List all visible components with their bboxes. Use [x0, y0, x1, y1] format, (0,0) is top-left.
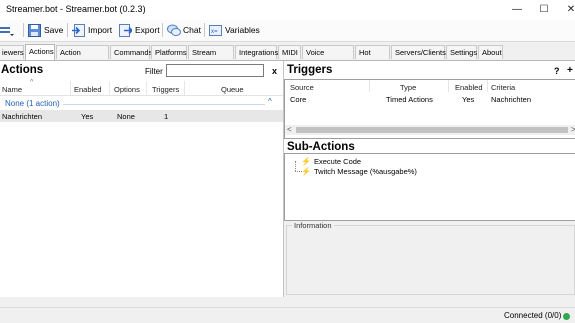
toolbar-separator — [204, 23, 205, 37]
export-button[interactable]: Export — [119, 21, 160, 39]
action-triggers: 1 — [164, 112, 169, 121]
variables-button[interactable]: x= Variables — [209, 21, 260, 39]
toolbar-separator — [162, 23, 163, 37]
subactions-heading: Sub-Actions — [287, 141, 355, 153]
tab-servers-clients[interactable]: Servers/Clients — [391, 45, 446, 59]
chat-label: Chat — [183, 25, 201, 35]
sort-ascending-icon: ^ — [30, 79, 34, 86]
actions-table-header: Name ^ Enabled Options Triggers Queue — [0, 79, 283, 96]
group-label: None (1 action) — [5, 99, 60, 108]
close-icon[interactable]: ✕ — [558, 0, 575, 20]
tab-stream-apps[interactable]: Stream Apps — [188, 45, 234, 71]
save-label: Save — [44, 25, 64, 35]
actions-heading: Actions — [1, 64, 44, 76]
subaction-item[interactable]: ⚡ Twitch Message (%ausgabe%) — [301, 166, 417, 176]
window-title: Streamer.bot - Streamer.bot (0.2.3) — [6, 4, 146, 14]
actions-panel: Actions Filter x Name ^ Enabled Options … — [0, 61, 284, 297]
menu-dropdown-button[interactable] — [0, 21, 20, 39]
toolbar-separator — [23, 23, 24, 37]
variables-icon: x= — [209, 24, 222, 37]
column-enabled[interactable]: Enabled — [455, 83, 483, 92]
import-icon — [72, 23, 85, 37]
column-name[interactable]: Name — [2, 85, 22, 94]
scroll-right-icon[interactable]: > — [571, 125, 575, 134]
column-options[interactable]: Options — [114, 85, 140, 94]
help-button[interactable]: ? — [554, 66, 560, 76]
tab-actions[interactable]: Actions — [25, 44, 55, 60]
information-group: Information — [286, 221, 575, 295]
triggers-heading: Triggers — [287, 64, 333, 76]
toolbar: Save Import Export Chat x= Variables — [0, 20, 575, 42]
action-name: Nachrichten — [2, 112, 43, 121]
tab-hot-keys[interactable]: Hot Keys — [355, 45, 390, 71]
action-options: None — [117, 112, 135, 121]
svg-text:x=: x= — [211, 29, 218, 35]
scrollbar-thumb[interactable] — [296, 127, 568, 133]
floppy-disk-icon — [28, 23, 41, 37]
toolbar-separator — [67, 23, 68, 37]
information-label: Information — [292, 221, 334, 230]
minimize-icon[interactable]: — — [504, 0, 530, 20]
tab-viewers[interactable]: iewers — [0, 45, 24, 59]
scroll-left-icon[interactable]: < — [287, 125, 292, 134]
connection-status: Connected (0/0) — [504, 311, 562, 320]
tab-action-queues[interactable]: Action Queues — [56, 45, 109, 71]
subactions-tree: ⚡ Execute Code ⚡ Twitch Message (%ausgab… — [284, 153, 575, 221]
subaction-item[interactable]: ⚡ Execute Code — [301, 156, 361, 166]
action-enabled: Yes — [81, 112, 94, 121]
triggers-list: Source Type Enabled Criteria Core Timed … — [284, 79, 575, 139]
export-label: Export — [135, 25, 160, 35]
action-group-header[interactable]: None (1 action) ^ — [0, 97, 280, 109]
export-icon — [119, 23, 134, 37]
tab-about[interactable]: About — [478, 45, 503, 59]
triggers-panel: Triggers ? + Source Type Enabled Criteri… — [284, 61, 575, 139]
trigger-source: Core — [290, 95, 307, 104]
horizontal-scrollbar[interactable]: < > — [285, 125, 575, 135]
tab-settings[interactable]: Settings — [446, 45, 477, 59]
tab-commands[interactable]: Commands — [110, 45, 152, 59]
tab-integrations[interactable]: Integrations — [235, 45, 278, 59]
trigger-type: Timed Actions — [386, 95, 433, 104]
trigger-enabled: Yes — [462, 95, 475, 104]
subaction-label: Twitch Message (%ausgabe%) — [313, 166, 417, 176]
table-row[interactable]: Nachrichten Yes None 1 — [0, 110, 283, 122]
chat-bubble-icon — [167, 24, 181, 37]
import-button[interactable]: Import — [72, 21, 112, 39]
filter-input[interactable] — [166, 64, 264, 77]
column-queue[interactable]: Queue — [221, 85, 244, 94]
column-source[interactable]: Source — [290, 83, 314, 92]
import-label: Import — [88, 25, 113, 35]
variables-label: Variables — [225, 25, 260, 35]
status-bar: Connected (0/0) — [0, 307, 575, 323]
collapse-chevron-icon[interactable]: ^ — [268, 97, 272, 106]
trigger-criteria: Nachrichten — [491, 95, 532, 104]
lightning-icon: ⚡ — [301, 166, 311, 176]
lightning-icon: ⚡ — [301, 156, 311, 166]
tab-platforms[interactable]: Platforms — [151, 45, 187, 59]
maximize-icon[interactable]: ☐ — [531, 0, 557, 20]
table-row[interactable]: Core Timed Actions Yes Nachrichten — [285, 94, 575, 105]
column-triggers[interactable]: Triggers — [152, 85, 179, 94]
column-criteria[interactable]: Criteria — [491, 83, 515, 92]
subaction-label: Execute Code — [313, 156, 362, 166]
tab-voice-control[interactable]: Voice Control — [302, 45, 354, 71]
main-tabs: iewers Actions Action Queues Commands Pl… — [0, 44, 575, 71]
column-enabled[interactable]: Enabled — [74, 85, 102, 94]
tab-midi[interactable]: MIDI — [278, 45, 301, 59]
status-dot-icon — [563, 313, 570, 320]
title-bar: Streamer.bot - Streamer.bot (0.2.3) — ☐ … — [0, 0, 575, 20]
chat-button[interactable]: Chat — [167, 21, 201, 39]
menu-icon — [0, 24, 14, 37]
column-type[interactable]: Type — [400, 83, 416, 92]
clear-filter-button[interactable]: x — [272, 66, 277, 76]
information-panel: Information — [284, 221, 575, 297]
add-trigger-button[interactable]: + — [567, 65, 573, 76]
save-button[interactable]: Save — [28, 21, 63, 39]
filter-label: Filter — [145, 67, 163, 76]
subactions-panel: Sub-Actions ⚡ Execute Code ⚡ Twitch Mess… — [284, 139, 575, 221]
